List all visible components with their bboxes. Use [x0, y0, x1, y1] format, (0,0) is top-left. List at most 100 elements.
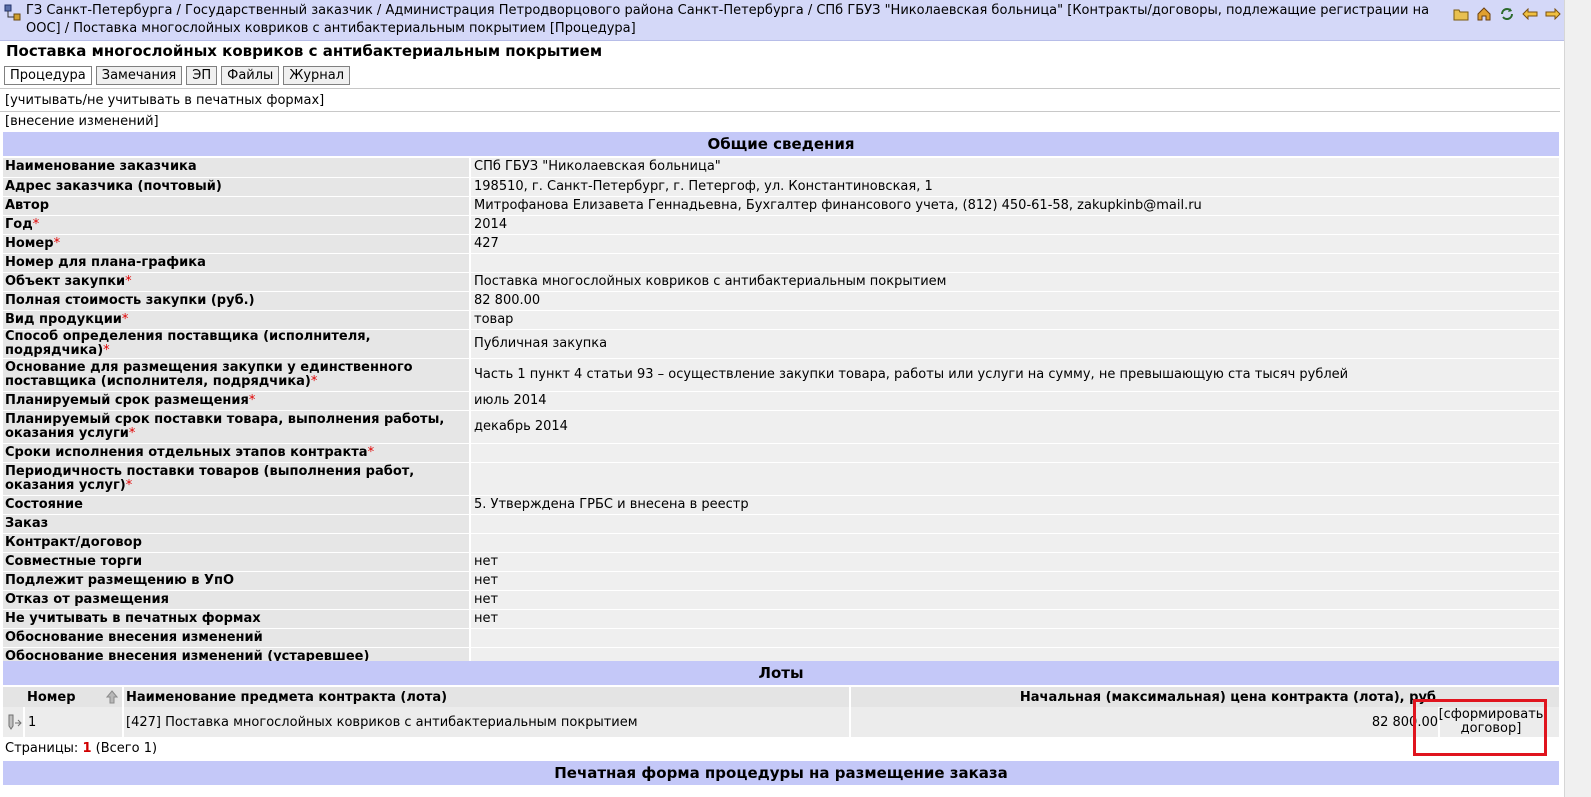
lot-price: 82 800.00: [1371, 714, 1438, 730]
tab-signature[interactable]: ЭП: [186, 66, 218, 85]
field-label: Состояние: [3, 495, 471, 515]
refresh-icon[interactable]: [1498, 5, 1515, 22]
field-label-text: Контракт/договор: [5, 534, 142, 550]
form-row: Подлежит размещению в УпО нет: [3, 571, 1559, 591]
field-value: Митрофанова Елизавета Геннадьевна, Бухга…: [470, 196, 1559, 216]
breadcrumb[interactable]: ГЗ Санкт-Петербурга / Государственный за…: [26, 2, 1451, 38]
field-label: Автор: [3, 196, 471, 216]
form-row: Автор Митрофанова Елизавета Геннадьевна, …: [3, 196, 1559, 216]
field-label-text: Планируемый срок поставки товара, выполн…: [5, 411, 445, 441]
form-row: Заказ: [3, 514, 1559, 534]
field-value: [470, 443, 1559, 463]
current-page[interactable]: 1: [82, 741, 91, 756]
breadcrumb-bar: ГЗ Санкт-Петербурга / Государственный за…: [0, 0, 1591, 41]
form-row: Год* 2014: [3, 215, 1559, 235]
field-label: Планируемый срок размещения*: [3, 391, 471, 411]
field-label-text: Обоснование внесения изменений: [5, 629, 263, 645]
field-label: Номер*: [3, 234, 471, 254]
form-row: Объект закупки* Поставка многослойных ков…: [3, 272, 1559, 292]
forward-arrow-icon[interactable]: [1544, 5, 1561, 22]
field-label-text: Номер: [5, 235, 54, 251]
form-row: Сроки исполнения отдельных этапов контра…: [3, 443, 1559, 463]
page-title: Поставка многослойных ковриков с антибак…: [6, 42, 603, 60]
field-value: Поставка многослойных ковриков с антибак…: [470, 272, 1559, 292]
form-row: Номер для плана-графика: [3, 253, 1559, 273]
required-mark: *: [103, 342, 110, 358]
field-label-text: Адрес заказчика (почтовый): [5, 178, 222, 194]
tab-remarks[interactable]: Замечания: [95, 66, 183, 85]
divider: [0, 111, 1560, 112]
col-price-header[interactable]: Начальная (максимальная) цена контракта …: [853, 687, 1436, 707]
lots-table-header: Номер Наименование предмета контракта (л…: [3, 687, 1559, 707]
required-mark: *: [125, 477, 133, 493]
changes-link[interactable]: [внесение изменений]: [5, 113, 159, 131]
required-mark: *: [121, 311, 129, 327]
required-mark: *: [32, 216, 40, 232]
field-label-text: Автор: [5, 197, 50, 213]
toolbar: [1452, 5, 1561, 22]
field-label: Контракт/договор: [3, 533, 471, 553]
field-label-text: Вид продукции: [5, 311, 122, 327]
field-label-text: Заказ: [5, 515, 49, 531]
field-label-text: Периодичность поставки товаров (выполнен…: [5, 463, 415, 493]
field-label: Отказ от размещения: [3, 590, 471, 610]
lot-number: 1: [28, 714, 37, 730]
col-name-header[interactable]: Наименование предмета контракта (лота): [126, 687, 447, 707]
back-arrow-icon[interactable]: [1521, 5, 1538, 22]
col-number-header[interactable]: Номер: [27, 687, 76, 707]
sort-icon[interactable]: [106, 687, 118, 707]
field-value: товар: [470, 310, 1559, 330]
tab-files[interactable]: Файлы: [221, 66, 280, 85]
form-row: Полная стоимость закупки (руб.) 82 800.00: [3, 291, 1559, 311]
form-row: Контракт/договор: [3, 533, 1559, 553]
tab-journal[interactable]: Журнал: [283, 66, 351, 85]
form-row: Не учитывать в печатных формах нет: [3, 609, 1559, 629]
form-row: Адрес заказчика (почтовый) 198510, г. Сан…: [3, 177, 1559, 197]
field-label: Адрес заказчика (почтовый): [3, 177, 471, 197]
field-label: Совместные торги: [3, 552, 471, 572]
field-value: [470, 253, 1559, 273]
print-forms-link[interactable]: [учитывать/не учитывать в печатных форма…: [5, 92, 324, 110]
field-value: 427: [470, 234, 1559, 254]
tab-procedure[interactable]: Процедура: [4, 66, 92, 85]
section-lots-header: Лоты: [3, 661, 1559, 685]
pagination-label: Страницы:: [5, 741, 79, 756]
form-row: Номер* 427: [3, 234, 1559, 254]
field-label-text: Год: [5, 216, 33, 232]
required-mark: *: [310, 373, 318, 389]
section-print-form-header: Печатная форма процедуры на размещение з…: [3, 761, 1559, 785]
field-value: 198510, г. Санкт-Петербург, г. Петергоф,…: [470, 177, 1559, 197]
field-label: Вид продукции*: [3, 310, 471, 330]
field-value: СПб ГБУЗ "Николаевская больница": [470, 158, 1559, 178]
row-edit-icon[interactable]: [6, 707, 22, 737]
field-label: Способ определения поставщика (исполните…: [3, 329, 471, 359]
vertical-scrollbar[interactable]: [1564, 0, 1591, 797]
field-label: Заказ: [3, 514, 471, 534]
field-label: Основание для размещения закупки у единс…: [3, 358, 471, 392]
table-row[interactable]: 1 [427] Поставка многослойных ковриков с…: [3, 707, 1559, 737]
field-label: Подлежит размещению в УпО: [3, 571, 471, 591]
field-value: [470, 628, 1559, 648]
field-label-text: Полная стоимость закупки (руб.): [5, 292, 255, 308]
field-value: 2014: [470, 215, 1559, 235]
field-value: декабрь 2014: [470, 410, 1559, 444]
field-label-text: Основание для размещения закупки у единс…: [5, 359, 413, 389]
field-value: июль 2014: [470, 391, 1559, 411]
field-value: 82 800.00: [470, 291, 1559, 311]
field-label-text: Сроки исполнения отдельных этапов контра…: [5, 444, 368, 460]
field-label-text: Наименование заказчика: [5, 159, 197, 175]
field-label-text: Не учитывать в печатных формах: [5, 610, 261, 626]
field-label: Наименование заказчика: [3, 158, 471, 178]
field-label: Не учитывать в печатных формах: [3, 609, 471, 629]
form-row: Наименование заказчика СПб ГБУЗ "Николаев…: [3, 158, 1559, 178]
highlight-frame: [1413, 699, 1547, 756]
field-label-text: Объект закупки: [5, 273, 126, 289]
form-row: Планируемый срок размещения* июль 2014: [3, 391, 1559, 411]
pagination: Страницы: 1 (Всего 1): [5, 741, 157, 756]
field-value: Публичная закупка: [470, 329, 1559, 359]
form-row: Вид продукции* товар: [3, 310, 1559, 330]
folder-icon[interactable]: [1452, 5, 1469, 22]
home-icon[interactable]: [1475, 5, 1492, 22]
form-row: Отказ от размещения нет: [3, 590, 1559, 610]
form-row: Обоснование внесения изменений: [3, 628, 1559, 648]
